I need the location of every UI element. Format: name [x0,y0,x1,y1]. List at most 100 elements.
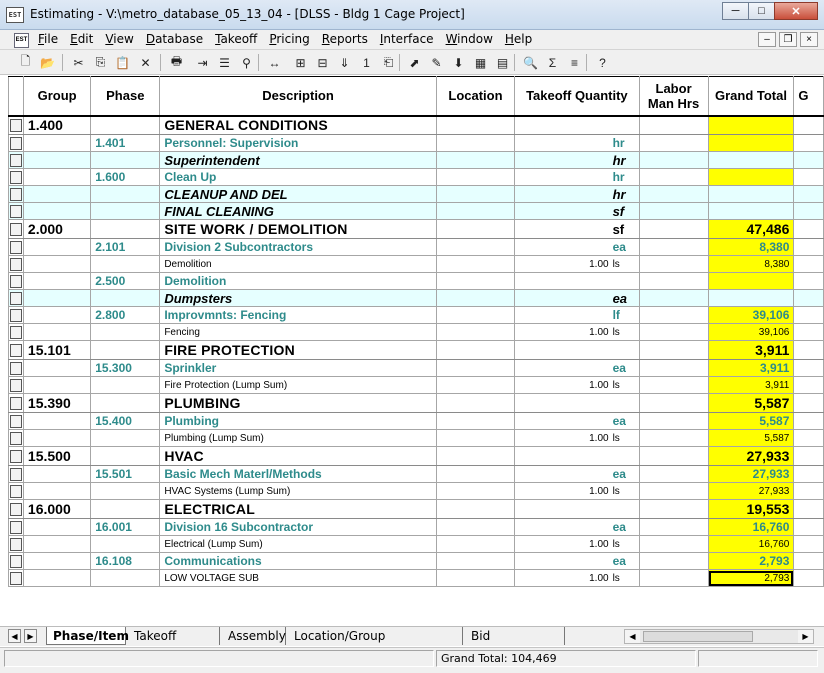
description-cell[interactable]: Plumbing [159,412,437,430]
row-selector-box[interactable] [9,467,22,481]
group-cell[interactable]: 2.000 [22,219,92,239]
takeoff-quantity-cell[interactable]: ea [514,289,640,307]
location-header[interactable]: Location [435,76,516,117]
item-row[interactable]: Demolition 1.00 ls 8,380 [8,255,824,273]
tab-assembly[interactable]: Assembly [222,627,286,645]
tab-first-button[interactable]: ◀ [8,629,21,643]
row-selector[interactable] [8,535,24,553]
phase-row[interactable]: 2.101 Division 2 Subcontractors ea 8,380 [8,238,824,256]
grand-total-cell[interactable]: 2,793 [707,552,795,570]
takeoff-quantity-cell[interactable]: 1.00 ls [514,482,640,500]
location-cell[interactable] [435,202,516,220]
row-selector[interactable] [8,134,24,152]
row-selector[interactable] [8,340,24,360]
takeoff-quantity-cell[interactable]: hr [514,134,640,152]
phase-cell[interactable] [90,202,161,220]
extra-cell[interactable] [793,482,824,500]
phase-row[interactable]: 1.600 Clean Up hr [8,168,824,186]
extra-cell[interactable] [793,393,824,413]
grand-total-cell[interactable]: 27,933 [707,446,795,466]
description-cell[interactable]: Basic Mech Materl/Methods [159,465,437,483]
row-selector[interactable] [8,499,24,519]
item-list-icon[interactable]: ≡ [565,53,584,72]
phase-cell[interactable] [90,219,161,239]
row-selector-box[interactable] [9,153,22,167]
extra-cell[interactable] [793,168,824,186]
grand-total-cell[interactable] [707,289,795,307]
group-cell[interactable] [22,289,92,307]
location-cell[interactable] [435,238,516,256]
labor-man-hrs-cell[interactable] [638,535,709,553]
grand-total-cell[interactable]: 5,587 [707,412,795,430]
extra-cell[interactable] [793,238,824,256]
row-selector[interactable] [8,465,24,483]
grand-total-cell[interactable]: 5,587 [707,429,795,447]
row-selector-box[interactable] [9,118,22,132]
row-selector-box[interactable] [9,325,22,339]
phase-cell[interactable] [90,151,161,169]
phase-row[interactable]: 15.501 Basic Mech Materl/Methods ea 27,933 [8,465,824,483]
row-selector-box[interactable] [9,571,22,585]
group-cell[interactable] [22,238,92,256]
description-cell[interactable]: SITE WORK / DEMOLITION [159,219,437,239]
description-cell[interactable]: GENERAL CONDITIONS [159,115,437,135]
description-cell[interactable]: Fencing [159,323,437,341]
labor-man-hrs-cell[interactable] [638,412,709,430]
item-row[interactable]: Plumbing (Lump Sum) 1.00 ls 5,587 [8,429,824,447]
item-row[interactable]: Fencing 1.00 ls 39,106 [8,323,824,341]
row-selector[interactable] [8,429,24,447]
row-selector-box[interactable] [9,240,22,254]
row-selector[interactable] [8,569,24,587]
labor-man-hrs-cell[interactable] [638,518,709,536]
labor-man-hrs-cell[interactable] [638,289,709,307]
row-selector[interactable] [8,238,24,256]
insert-row-icon[interactable]: ⇥ [193,53,212,72]
phase-cell[interactable] [90,255,161,273]
extra-cell[interactable] [793,255,824,273]
group-cell[interactable] [22,168,92,186]
grand-total-cell[interactable] [707,202,795,220]
extra-cell[interactable] [793,465,824,483]
grand-total-cell[interactable] [707,134,795,152]
takeoff-quantity-cell[interactable]: 1.00 ls [514,535,640,553]
mdi-restore-button[interactable]: ❐ [779,32,797,47]
takeoff-quantity-cell[interactable]: 1.00 ls [514,376,640,394]
scroll-right-button[interactable]: ▶ [798,630,813,643]
phase-header[interactable]: Phase [90,76,161,117]
group-cell[interactable]: 15.390 [22,393,92,413]
row-selector-box[interactable] [9,396,22,410]
paste-icon[interactable]: 📋 [113,53,132,72]
menu-file[interactable]: File [38,32,58,46]
labor-man-hrs-cell[interactable] [638,323,709,341]
group-cell[interactable] [22,482,92,500]
grand-total-cell[interactable] [707,151,795,169]
grand-total-cell[interactable]: 8,380 [707,238,795,256]
phase-cell[interactable] [90,446,161,466]
description-cell[interactable]: ELECTRICAL [159,499,437,519]
group-cell[interactable]: 1.400 [22,115,92,135]
horizontal-scrollbar[interactable]: ◀ ▶ [624,629,814,644]
group-cell[interactable] [22,569,92,587]
labor-man-hrs-cell[interactable] [638,482,709,500]
takeoff-quantity-cell[interactable]: 1.00 ls [514,255,640,273]
row-selector-box[interactable] [9,136,22,150]
group-row[interactable]: 15.390 PLUMBING 5,587 [8,393,824,413]
extra-cell[interactable] [793,306,824,324]
menu-window[interactable]: Window [446,32,493,46]
location-cell[interactable] [435,535,516,553]
location-cell[interactable] [435,340,516,360]
description-cell[interactable]: Superintendent [159,151,437,169]
location-cell[interactable] [435,289,516,307]
grand-total-cell[interactable]: 39,106 [707,306,795,324]
labor-man-hrs-cell[interactable] [638,202,709,220]
takeoff-quantity-cell[interactable]: 1.00 ls [514,569,640,587]
tab-takeoff-order[interactable]: Takeoff Order [128,627,220,661]
menu-takeoff[interactable]: Takeoff [215,32,257,46]
location-cell[interactable] [435,168,516,186]
description-cell[interactable]: FIRE PROTECTION [159,340,437,360]
group-cell[interactable] [22,535,92,553]
grand-total-cell[interactable]: 2,793 [707,569,795,587]
row-selector-box[interactable] [9,343,22,357]
extra-cell[interactable] [793,289,824,307]
row-selector-box[interactable] [9,554,22,568]
